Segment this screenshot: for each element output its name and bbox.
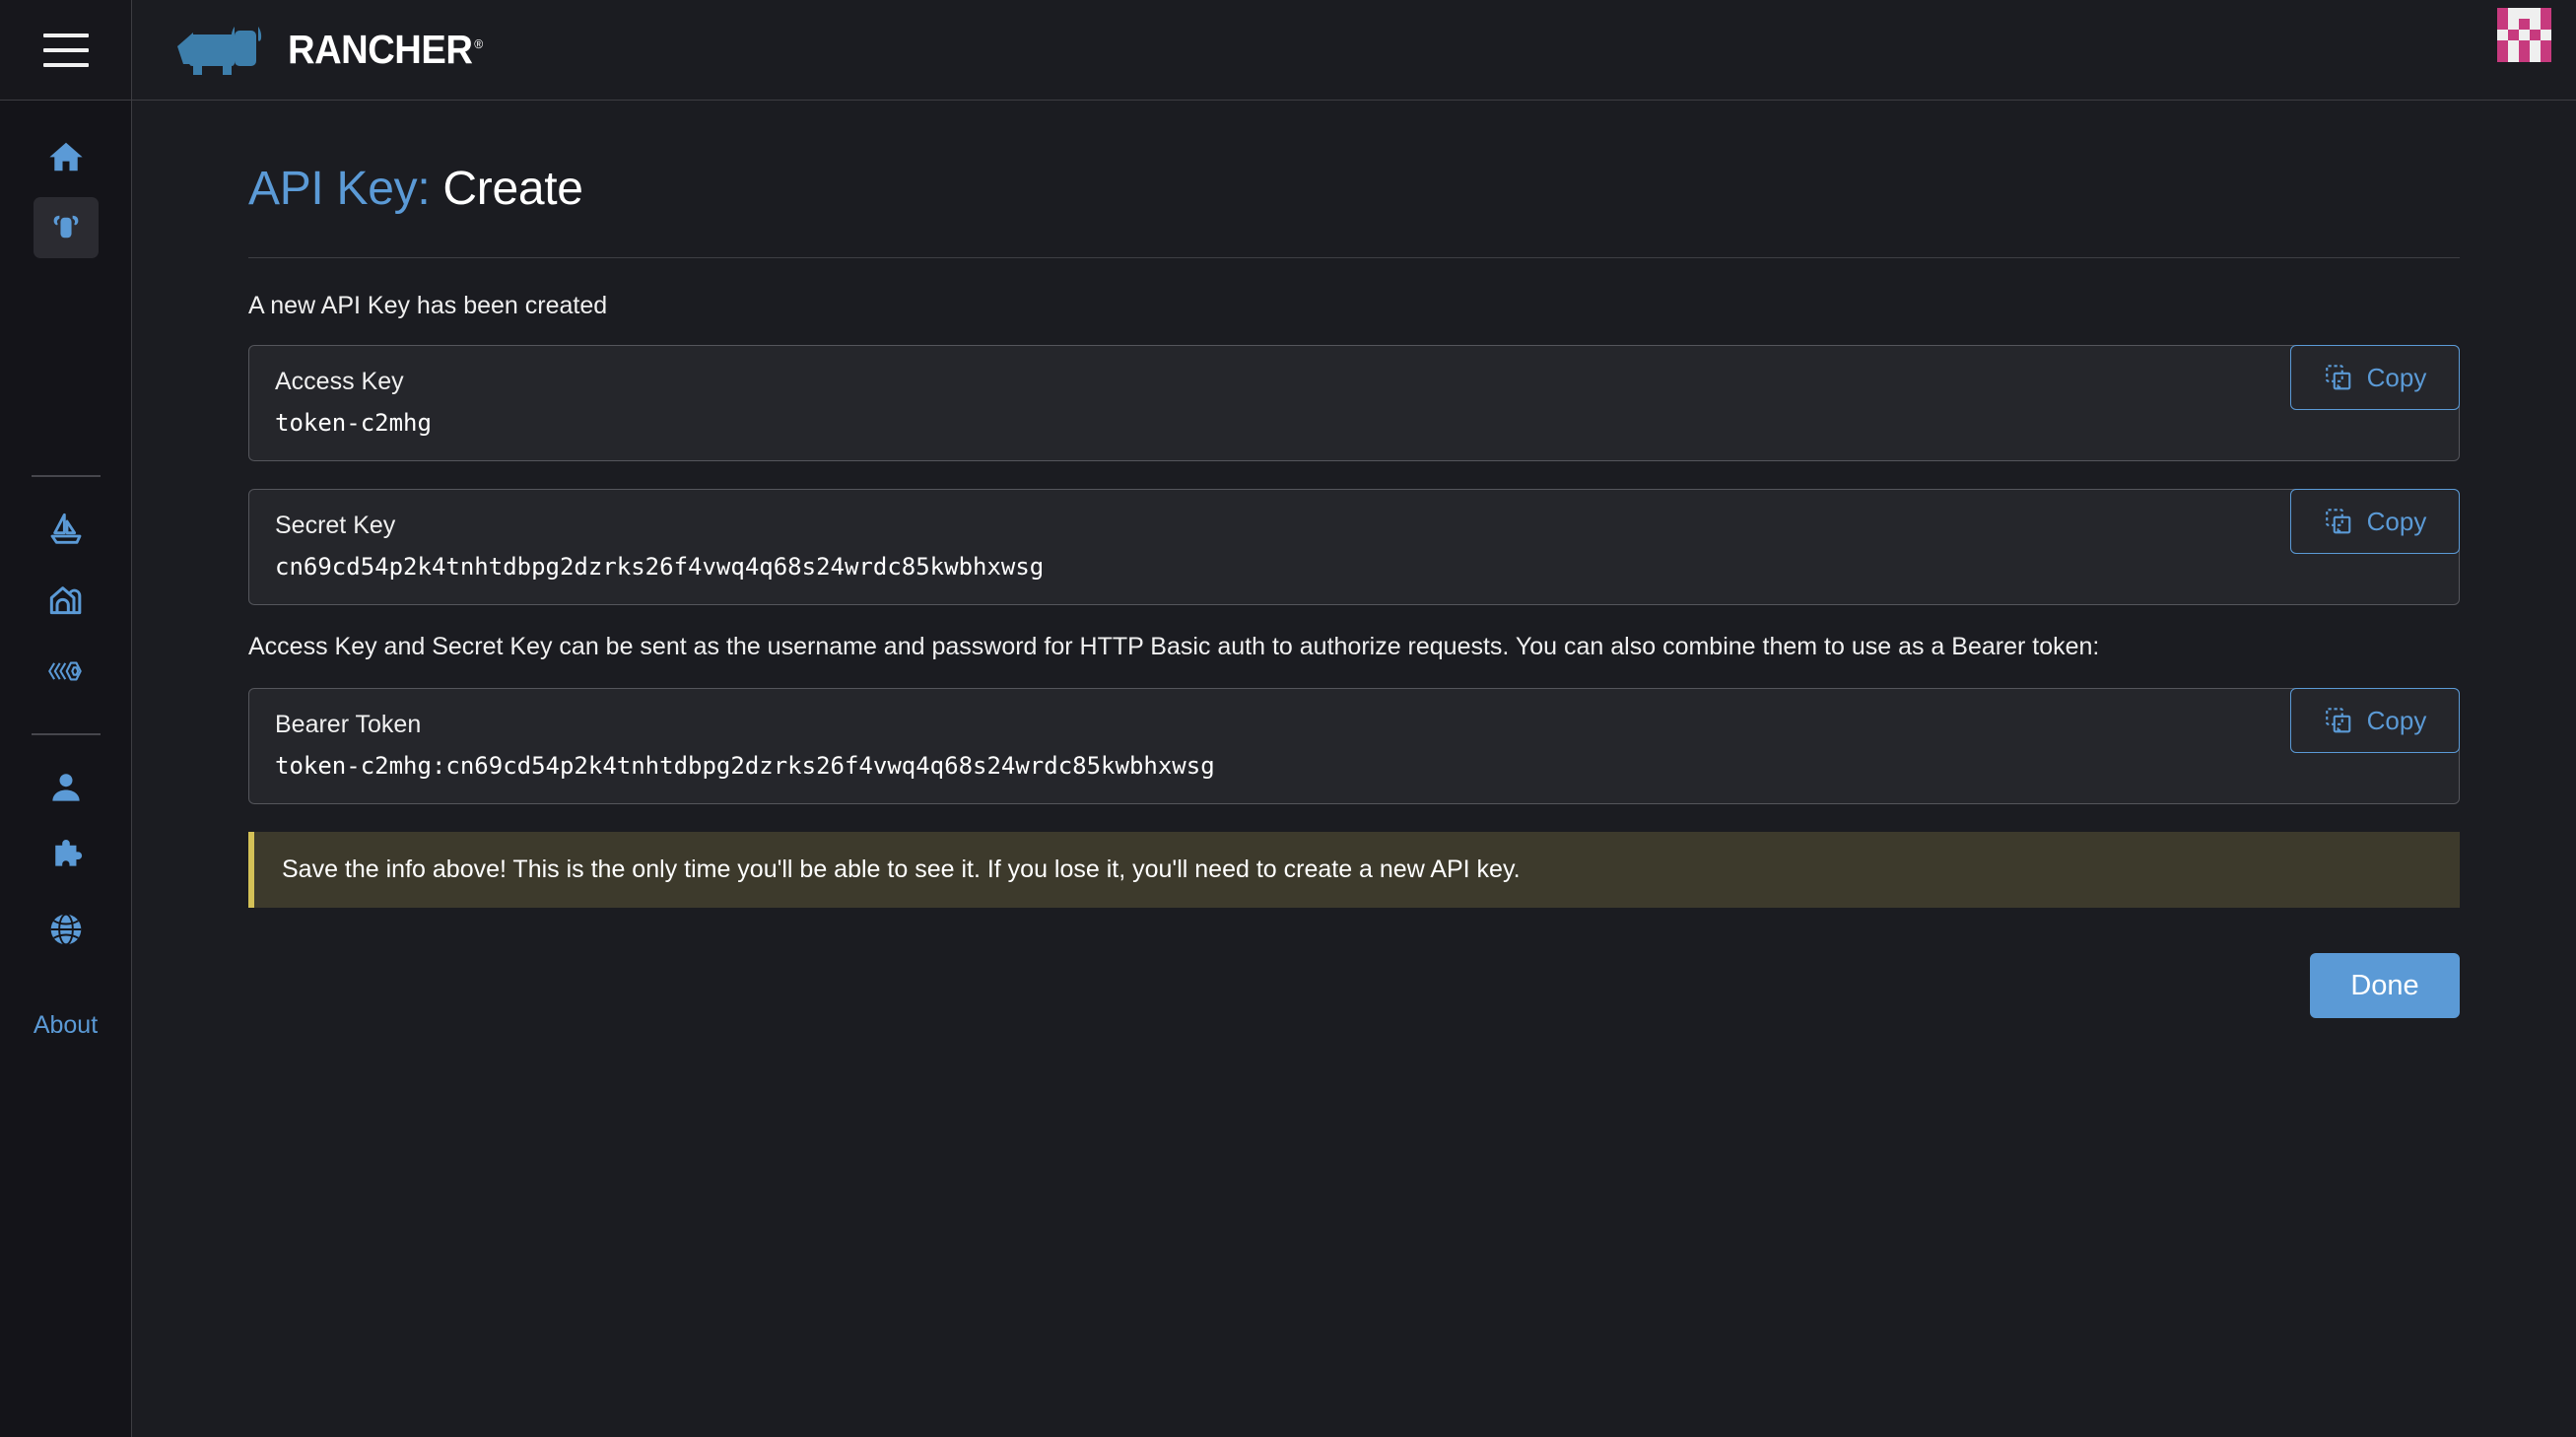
done-button[interactable]: Done <box>2310 953 2460 1018</box>
copy-secret-key-button[interactable]: Copy <box>2290 489 2460 554</box>
avatar-cell <box>2541 40 2551 51</box>
hamburger-bar <box>43 34 89 37</box>
page-title-subject: Create <box>442 163 582 215</box>
page-title-prefix: API Key: <box>248 163 430 215</box>
avatar-cell <box>2508 40 2519 51</box>
brand-wordmark: RANCHER® <box>288 27 483 73</box>
access-key-box: Access Key token-c2mhg Copy <box>248 345 2460 461</box>
copy-bearer-token-label: Copy <box>2367 706 2427 736</box>
avatar-cell <box>2541 51 2551 62</box>
copy-access-key-label: Copy <box>2367 363 2427 393</box>
hamburger-bar <box>43 48 89 52</box>
sidebar-item-users[interactable] <box>34 757 99 818</box>
avatar-cell <box>2519 19 2530 30</box>
copy-access-key-button[interactable]: Copy <box>2290 345 2460 410</box>
copy-icon <box>2324 706 2353 735</box>
sidebar-item-extensions[interactable] <box>34 828 99 889</box>
avatar-cell <box>2530 40 2541 51</box>
sidebar-item-apps[interactable] <box>34 570 99 631</box>
hamburger-icon[interactable] <box>43 34 89 67</box>
avatar-cell <box>2497 8 2508 19</box>
main-content: API Key: Create A new API Key has been c… <box>132 101 2576 1437</box>
avatar-cell <box>2530 51 2541 62</box>
avatar-cell <box>2497 40 2508 51</box>
secret-key-value: cn69cd54p2k4tnhtdbpg2dzrks26f4vwq4q68s24… <box>275 553 2433 581</box>
cow-logo-icon <box>175 25 280 76</box>
secret-key-label: Secret Key <box>275 512 2433 540</box>
copy-icon <box>2324 507 2353 536</box>
auth-description: Access Key and Secret Key can be sent as… <box>248 633 2460 661</box>
avatar-cell <box>2497 30 2508 40</box>
rancher-logo[interactable]: RANCHER® <box>175 25 498 76</box>
avatar-cell <box>2541 8 2551 19</box>
avatar-cell <box>2519 30 2530 40</box>
avatar-cell <box>2508 30 2519 40</box>
bearer-token-value: token-c2mhg:cn69cd54p2k4tnhtdbpg2dzrks26… <box>275 752 2433 780</box>
lead-text: A new API Key has been created <box>248 292 2460 320</box>
warning-banner: Save the info above! This is the only ti… <box>248 832 2460 908</box>
menu-cell <box>0 0 132 101</box>
avatar-cell <box>2530 30 2541 40</box>
sidebar-item-cluster[interactable] <box>34 197 99 258</box>
bearer-token-box: Bearer Token token-c2mhg:cn69cd54p2k4tnh… <box>248 688 2460 804</box>
access-key-label: Access Key <box>275 368 2433 396</box>
avatar-cell <box>2508 51 2519 62</box>
secret-key-box: Secret Key cn69cd54p2k4tnhtdbpg2dzrks26f… <box>248 489 2460 605</box>
avatar-cell <box>2530 8 2541 19</box>
avatar-cell <box>2519 8 2530 19</box>
user-avatar[interactable] <box>2497 8 2551 62</box>
sidebar-divider-2 <box>32 733 101 735</box>
avatar-cell <box>2508 8 2519 19</box>
puzzle-icon <box>47 840 85 877</box>
avatar-cell <box>2541 30 2551 40</box>
about-link[interactable]: About <box>34 1011 98 1040</box>
access-key-value: token-c2mhg <box>275 409 2433 437</box>
avatar-cell <box>2508 19 2519 30</box>
icon-sidebar: About <box>0 101 132 1437</box>
copy-icon <box>2324 363 2353 392</box>
avatar-cell <box>2530 19 2541 30</box>
mesh-icon <box>45 654 87 688</box>
globe-icon <box>46 910 86 949</box>
title-divider <box>248 257 2460 258</box>
bearer-token-label: Bearer Token <box>275 711 2433 739</box>
hamburger-bar <box>43 63 89 67</box>
avatar-cell <box>2497 19 2508 30</box>
sidebar-divider-1 <box>32 475 101 477</box>
form-actions: Done <box>248 953 2460 1018</box>
person-icon <box>47 769 85 806</box>
avatar-cell <box>2519 40 2530 51</box>
copy-secret-key-label: Copy <box>2367 507 2427 537</box>
sidebar-item-home[interactable] <box>34 126 99 187</box>
home-icon <box>47 138 85 175</box>
sidebar-item-mesh[interactable] <box>34 641 99 702</box>
sailboat-icon <box>46 510 86 549</box>
copy-bearer-token-button[interactable]: Copy <box>2290 688 2460 753</box>
registered-mark: ® <box>474 36 482 51</box>
avatar-cell <box>2541 19 2551 30</box>
cow-head-icon <box>47 209 85 246</box>
page-title: API Key: Create <box>248 162 2460 216</box>
barn-icon <box>46 581 86 620</box>
avatar-cell <box>2497 51 2508 62</box>
top-header: RANCHER® <box>132 0 2576 101</box>
app-root: RANCHER® <box>0 0 2576 1437</box>
sidebar-item-fleet[interactable] <box>34 499 99 560</box>
sidebar-item-global-settings[interactable] <box>34 899 99 960</box>
avatar-cell <box>2519 51 2530 62</box>
